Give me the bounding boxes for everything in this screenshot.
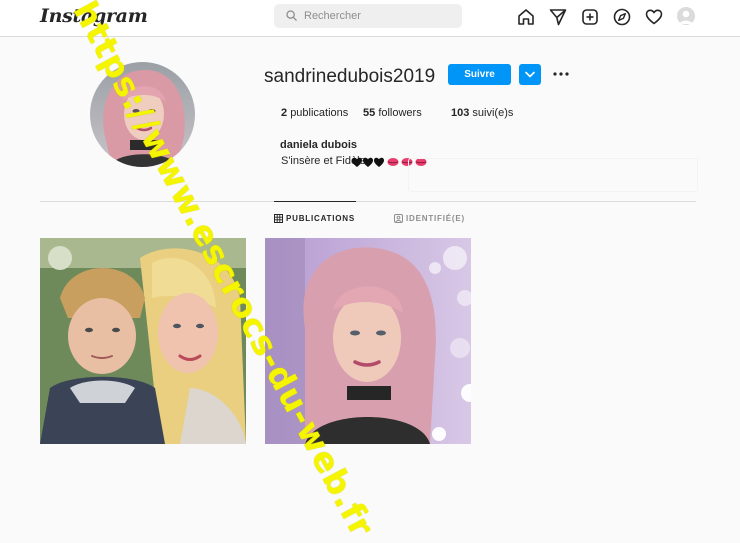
faint-overlay-box	[408, 158, 698, 192]
black-heart-icon	[352, 157, 384, 167]
profile-avatar[interactable]	[677, 7, 695, 25]
home-icon[interactable]	[516, 7, 536, 27]
new-post-icon[interactable]	[580, 7, 600, 27]
posts-count: 2	[281, 107, 288, 119]
watermark-overlay: https://www.escrocs-du-web.fr	[66, 0, 382, 543]
search-icon	[286, 10, 297, 21]
search-box[interactable]	[274, 4, 462, 28]
grid-icon	[274, 214, 283, 223]
followers-label: followers	[378, 107, 422, 119]
posts-count-stat: 2 publications	[281, 107, 348, 119]
more-options-icon[interactable]	[551, 66, 571, 82]
profile-full-name: daniela dubois	[280, 139, 358, 151]
following-label: suivi(e)s	[472, 107, 514, 119]
tagged-user-icon	[394, 214, 403, 223]
followers-stat[interactable]: 55 followers	[363, 107, 422, 119]
tab-publications[interactable]: PUBLICATIONS	[274, 214, 355, 223]
tab-tagged[interactable]: IDENTIFIÉ(E)	[394, 214, 465, 223]
following-count: 103	[451, 107, 470, 119]
chevron-down-icon	[525, 71, 535, 78]
profile-username: sandrinedubois2019	[264, 66, 436, 87]
tab-publications-label: PUBLICATIONS	[286, 214, 356, 223]
activity-heart-icon[interactable]	[644, 7, 664, 27]
following-stat[interactable]: 103 suivi(e)s	[451, 107, 513, 119]
default-avatar-icon	[679, 10, 693, 24]
profile-divider	[40, 201, 696, 202]
followers-count: 55	[363, 107, 376, 119]
tab-tagged-label: IDENTIFIÉ(E)	[406, 214, 465, 223]
search-input[interactable]	[304, 7, 454, 25]
explore-icon[interactable]	[612, 7, 632, 27]
direct-icon[interactable]	[548, 7, 568, 27]
suggested-accounts-button[interactable]	[519, 64, 541, 85]
active-tab-indicator	[274, 201, 356, 202]
follow-button[interactable]: Suivre	[448, 64, 511, 85]
posts-label: publications	[290, 107, 349, 119]
